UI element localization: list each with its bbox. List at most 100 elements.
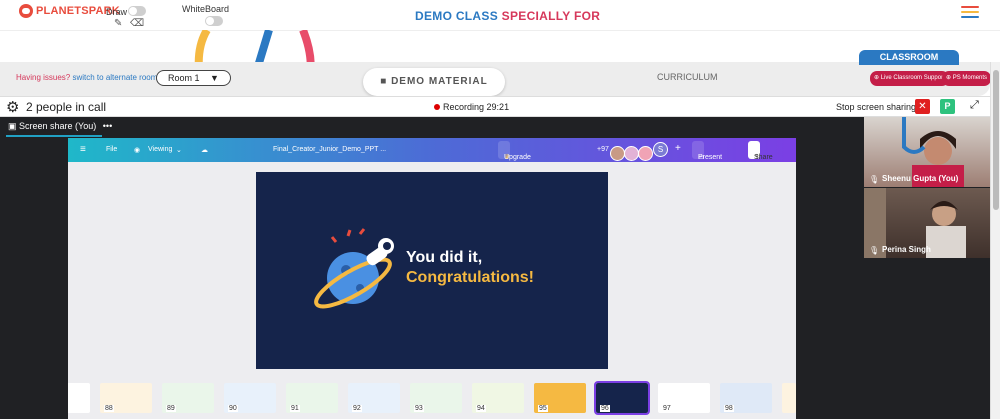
share-button[interactable]: ⇪ Share: [748, 141, 773, 161]
add-collaborator-icon[interactable]: +: [675, 143, 681, 154]
page-title: DEMO CLASS SPECIALLY FOR: [415, 9, 600, 23]
collaborator-avatar[interactable]: [624, 146, 639, 161]
eye-icon: ◉: [134, 147, 141, 154]
thumb-number: 97: [662, 405, 672, 412]
title-part-2: SPECIALLY FOR: [501, 9, 601, 23]
whiteboard-label: WhiteBoard: [182, 4, 230, 14]
curriculum-tab[interactable]: CURRICULUM: [657, 72, 718, 82]
eraser-icon[interactable]: ⌫: [130, 18, 144, 29]
room-select-value: Room 1: [168, 73, 200, 83]
current-slide: You did it, Congratulations!: [256, 172, 608, 369]
logo-mark-icon: [19, 4, 33, 18]
canva-toolbar: ≡ File ◉ Viewing ⌄ ☁ Final_Creator_Junio…: [68, 138, 796, 215]
ps-moments-button[interactable]: ⊕ PS Moments: [942, 71, 992, 86]
thumb-number: 91: [290, 405, 300, 412]
video-tile-student[interactable]: 🎙 Perina Singh: [864, 188, 990, 258]
recording-dot-icon: [434, 104, 440, 110]
plus-circle-icon: ⊕: [946, 75, 952, 81]
demo-material-label: DEMO MATERIAL: [391, 76, 488, 87]
caret-down-icon: ▼: [210, 73, 219, 83]
issue-text: Having issues? switch to alternate room: [16, 73, 157, 82]
app-root: PLANETSPARK Draw ✎ ⌫ WhiteBoard DEMO CLA…: [0, 0, 1000, 419]
issue-label: Having issues?: [16, 73, 71, 82]
header-divider: [0, 30, 1000, 31]
expand-icon[interactable]: ⤢: [970, 99, 979, 112]
slide-thumbnail[interactable]: 90: [224, 383, 276, 413]
room-select[interactable]: Room 1 ▼: [156, 70, 231, 86]
menu-icon[interactable]: [961, 6, 979, 21]
collaborator-avatar-s[interactable]: S: [653, 142, 668, 157]
title-part-1: DEMO CLASS: [415, 9, 499, 23]
pencil-icon[interactable]: ✎: [114, 18, 122, 29]
more-options-icon[interactable]: •••: [103, 121, 112, 131]
slide-thumbnails: 88 89 90 91 92 93 94 95 96 97 98: [68, 381, 796, 419]
thumb-number: 88: [104, 405, 114, 412]
recording-label: Recording: [443, 102, 485, 112]
mic-icon: 🎙: [869, 246, 880, 255]
live-support-label: Live Classroom Support: [880, 75, 945, 81]
collaborator-avatar[interactable]: [638, 146, 653, 161]
classroom-tab[interactable]: CLASSROOM: [859, 50, 959, 65]
demo-material-button[interactable]: ■ DEMO MATERIAL: [363, 68, 505, 96]
present-label: Present: [698, 154, 723, 161]
slide-thumbnail-active[interactable]: 96: [594, 381, 650, 415]
thumb-number: 92: [352, 405, 362, 412]
tab-underline: [6, 135, 102, 137]
scrollbar-thumb[interactable]: [993, 70, 999, 210]
slide-thumbnail[interactable]: [68, 383, 90, 413]
collaborator-count: +97: [597, 146, 609, 153]
page-scrollbar[interactable]: [990, 62, 1000, 419]
p-badge-button[interactable]: P: [940, 99, 955, 114]
slide-thumbnail[interactable]: 88: [100, 383, 152, 413]
slide-thumbnail[interactable]: 98: [720, 383, 772, 413]
alternate-room-link[interactable]: switch to alternate room: [72, 73, 157, 82]
stop-sharing-label: Stop screen sharing: [836, 102, 917, 112]
thumb-number: 89: [166, 405, 176, 412]
file-menu[interactable]: File: [106, 146, 117, 153]
slide-thumbnail[interactable]: [782, 383, 796, 413]
video-tile-self[interactable]: 🎙 Sheenu Gupta (You): [864, 117, 990, 187]
screen-share-tab[interactable]: ▣ Screen share (You) •••: [8, 121, 112, 132]
mic-icon: 🎙: [869, 175, 880, 184]
viewing-menu[interactable]: Viewing: [148, 146, 172, 153]
participant-name: Perina Singh: [882, 245, 931, 254]
screen-share-label: Screen share (You): [19, 121, 97, 131]
thumb-number: 95: [538, 405, 548, 412]
slide-thumbnail[interactable]: 95: [534, 383, 586, 413]
thumb-number: 94: [476, 405, 486, 412]
gear-icon[interactable]: ⚙: [6, 98, 19, 116]
planetspark-logo: PLANETSPARK: [19, 4, 120, 18]
doc-title[interactable]: Final_Creator_Junior_Demo_PPT ...: [273, 146, 386, 153]
ps-moments-label: PS Moments: [952, 75, 988, 81]
people-count: 2 people in call: [26, 100, 107, 114]
slide-thumbnail[interactable]: 92: [348, 383, 400, 413]
whiteboard-toggle[interactable]: [205, 16, 223, 26]
thumb-number: 98: [724, 405, 734, 412]
slide-thumbnail[interactable]: 93: [410, 383, 462, 413]
slide-thumbnail[interactable]: 89: [162, 383, 214, 413]
slide-thumbnail[interactable]: 94: [472, 383, 524, 413]
upgrade-button[interactable]: ♛ Upgrade to Canva Pro: [498, 141, 531, 215]
draw-toggle[interactable]: [128, 6, 146, 16]
live-support-button[interactable]: ⊕ Live Classroom Support: [870, 71, 949, 86]
chevron-down-icon: ⌄: [176, 147, 182, 154]
stop-sharing-button[interactable]: ✕: [915, 99, 930, 114]
recording-time: 29:21: [486, 102, 510, 112]
monitor-icon: ▣: [8, 121, 17, 131]
slide-thumbnail[interactable]: 97: [658, 383, 710, 413]
hamburger-icon[interactable]: ≡: [80, 144, 86, 155]
thumb-number: 96: [600, 405, 610, 412]
share-label: Share: [754, 154, 773, 161]
canva-window: ≡ File ◉ Viewing ⌄ ☁ Final_Creator_Junio…: [68, 138, 796, 419]
slide-thumbnail[interactable]: 91: [286, 383, 338, 413]
cloud-icon[interactable]: ☁: [201, 146, 208, 154]
call-bar: ⚙ 2 people in call Recording 29:21 Stop …: [0, 96, 990, 117]
plus-circle-icon: ⊕: [874, 75, 880, 81]
collaborator-avatar[interactable]: [610, 146, 625, 161]
recording-status: Recording 29:21: [434, 102, 509, 112]
draw-label: Draw: [106, 7, 128, 17]
thumb-number: 90: [228, 405, 238, 412]
folder-icon: ■: [380, 76, 388, 87]
slide-heading-1: You did it,: [406, 249, 483, 266]
present-button[interactable]: ▭ Present: [692, 141, 722, 161]
